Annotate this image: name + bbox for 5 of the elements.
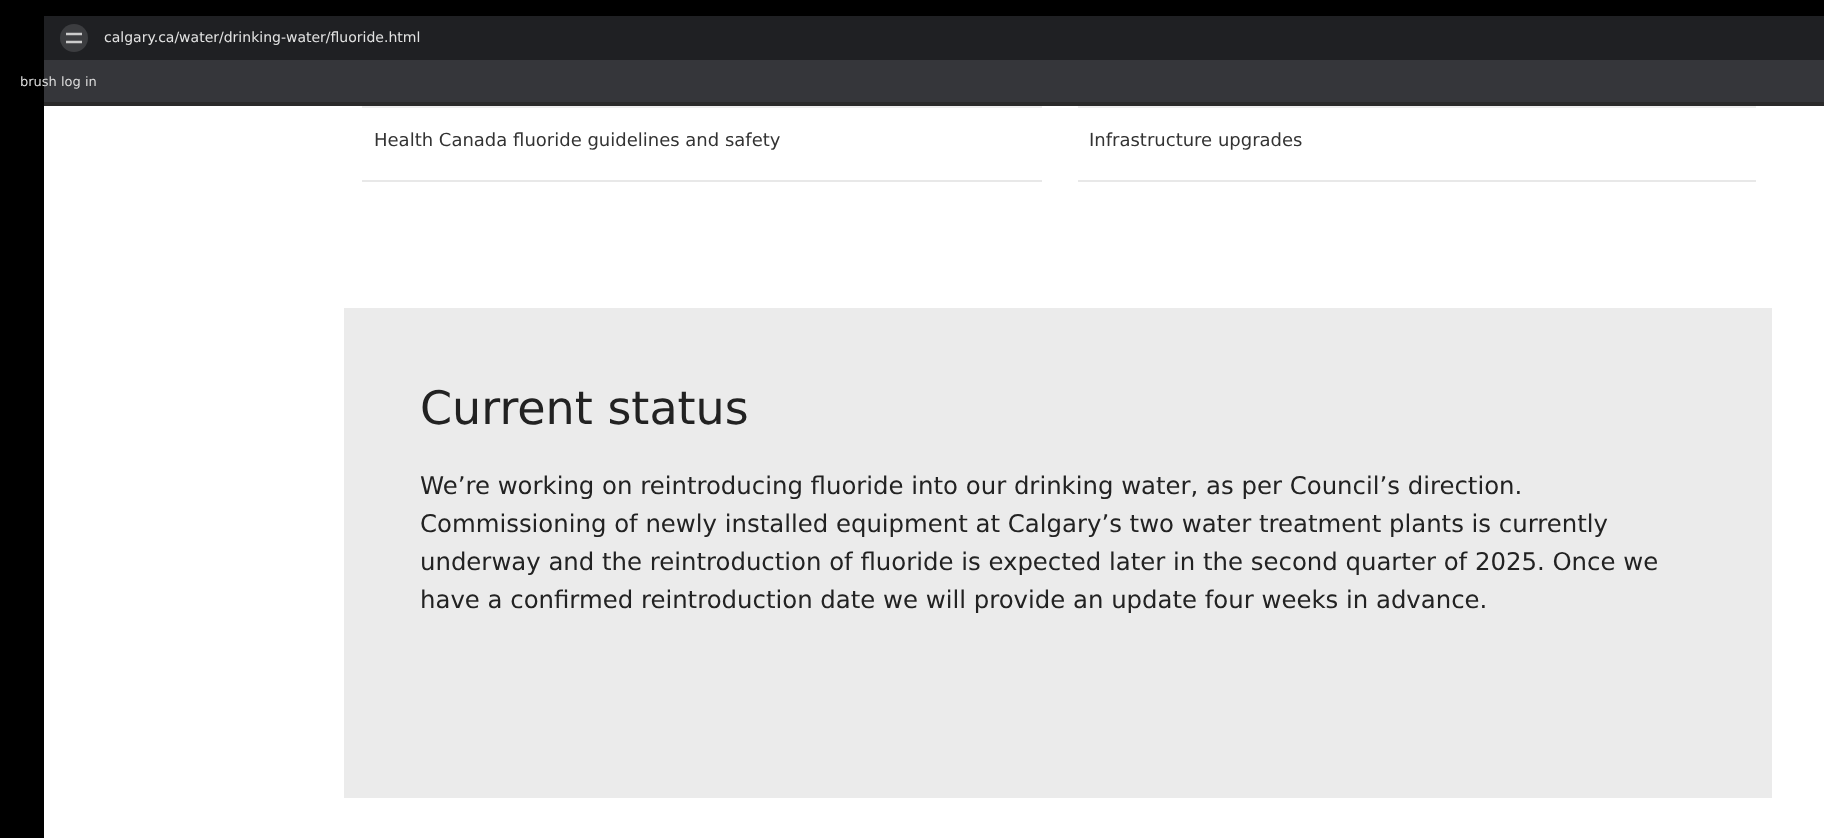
status-paragraph: We’re working on reintroducing fluoride into our drinking water, as per Council’s direction. Commissioning of newly installed equipment at Calgary’s two water treatment plants is currently underway and the reintroduction of fluoride is expected later in the second quarter of 2025. Once we have a confirmed reintroduction date we will provide an update four weeks in advance.	[420, 470, 1661, 618]
site-settings-icon[interactable]	[60, 24, 88, 52]
link-item[interactable]: Health Canada fluoride guidelines and safety	[362, 106, 1041, 182]
section-heading: Current status	[420, 384, 751, 436]
link-item[interactable]: Infrastructure upgrades	[1077, 106, 1756, 182]
